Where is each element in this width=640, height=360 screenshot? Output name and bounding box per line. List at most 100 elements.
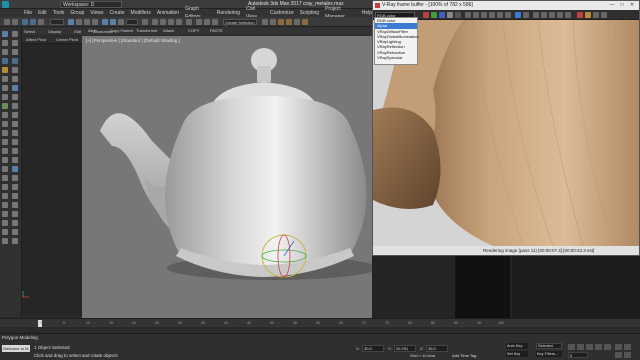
torus-icon[interactable]: [12, 130, 18, 136]
zoom-icon[interactable]: [615, 344, 622, 350]
undo-icon[interactable]: [4, 19, 10, 25]
red-channel-icon[interactable]: [423, 12, 429, 18]
orbit-icon[interactable]: [624, 352, 631, 358]
previous-frame-icon[interactable]: [577, 344, 584, 350]
geosphere-icon[interactable]: [12, 157, 18, 163]
ribbon-select[interactable]: Select: [24, 29, 35, 34]
vray-decal-icon[interactable]: [2, 211, 8, 217]
render-production-icon[interactable]: [302, 19, 308, 25]
menu-edit[interactable]: Edit: [38, 9, 47, 17]
menu-rendering[interactable]: Rendering: [217, 9, 240, 17]
render-setup-icon[interactable]: [286, 19, 292, 25]
select-by-name-icon[interactable]: [76, 19, 82, 25]
render-icon-vfb[interactable]: [585, 12, 591, 18]
lights-icon[interactable]: [2, 67, 8, 73]
green-channel-icon[interactable]: [431, 12, 437, 18]
layer-explorer-icon[interactable]: [212, 19, 218, 25]
channel-dropdown-list[interactable]: RGB color Alpha VRayDiffuseFilter VRayGl…: [374, 17, 419, 65]
teapot-icon[interactable]: [2, 139, 8, 145]
sphere-icon[interactable]: [12, 121, 18, 127]
save-image-icon[interactable]: [465, 12, 471, 18]
vray-texture-icon[interactable]: [12, 238, 18, 244]
z-coordinate-field[interactable]: 35.0: [426, 345, 448, 352]
helpers-icon[interactable]: [2, 76, 8, 82]
perspective-viewport[interactable]: [+] [Perspective ] [Standard ] [Default …: [82, 36, 372, 318]
create-icon[interactable]: [2, 31, 8, 37]
vray-proxy-icon[interactable]: [12, 175, 18, 181]
alpha-channel-icon[interactable]: [447, 12, 453, 18]
next-frame-icon[interactable]: [595, 344, 602, 350]
rendered-frame-window-icon[interactable]: [294, 19, 300, 25]
plane-icon[interactable]: [2, 148, 8, 154]
vray-scene-icon[interactable]: [12, 211, 18, 217]
layer-icon[interactable]: [2, 103, 8, 109]
workspace-selector[interactable]: Workspace: D: [60, 1, 122, 8]
angle-snap-icon[interactable]: [160, 19, 166, 25]
pixel-info-icon[interactable]: [557, 12, 563, 18]
modify-icon[interactable]: [12, 31, 18, 37]
edit-named-selection-icon[interactable]: [186, 19, 192, 25]
attach-button[interactable]: Attach: [163, 28, 174, 33]
menu-customize[interactable]: Customize: [270, 9, 294, 17]
add-time-tag-button[interactable]: Add Time Tag: [452, 353, 476, 358]
paste-button[interactable]: PASTE: [210, 28, 223, 33]
hierarchy-icon[interactable]: [2, 40, 8, 46]
align-icon[interactable]: [204, 19, 210, 25]
shapes-icon[interactable]: [12, 58, 18, 64]
transformer-button[interactable]: Transformer: [136, 28, 158, 33]
pan-icon[interactable]: [615, 352, 622, 358]
menu-file[interactable]: File: [24, 9, 32, 17]
space-warps-icon[interactable]: [12, 76, 18, 82]
vray-light-icon[interactable]: [2, 175, 8, 181]
menu-scripting[interactable]: Scripting: [300, 9, 319, 17]
menu-help[interactable]: Help: [362, 9, 372, 17]
menu-create[interactable]: Create: [110, 9, 125, 17]
cone-icon[interactable]: [12, 139, 18, 145]
vray-object-icon[interactable]: [12, 166, 18, 172]
material-editor-icon[interactable]: [278, 19, 284, 25]
vfb-maximize-button[interactable]: □: [617, 1, 627, 10]
affect-pivot-button[interactable]: Affect Pivot: [26, 37, 46, 42]
display-icon[interactable]: [2, 49, 8, 55]
text-plus-icon[interactable]: [2, 166, 8, 172]
center-pivot-button[interactable]: Center Pivot: [56, 37, 78, 42]
render-last-icon[interactable]: [593, 12, 599, 18]
rotate-icon[interactable]: [110, 19, 116, 25]
blue-channel-icon[interactable]: [439, 12, 445, 18]
clear-image-icon[interactable]: [481, 12, 487, 18]
menu-tools[interactable]: Tools: [53, 9, 65, 17]
vray-aerial-icon[interactable]: [12, 220, 18, 226]
mirror-icon[interactable]: [196, 19, 202, 25]
vray-env-fog-icon[interactable]: [2, 229, 8, 235]
tube-icon[interactable]: [12, 148, 18, 154]
vray-plane-icon[interactable]: [12, 184, 18, 190]
x-coordinate-field[interactable]: 30.0: [362, 345, 384, 352]
vray-fur-icon[interactable]: [2, 184, 8, 190]
stop-render-icon[interactable]: [577, 12, 583, 18]
set-key-button[interactable]: Set Key: [506, 351, 528, 357]
cameras-icon[interactable]: [12, 67, 18, 73]
redo-icon[interactable]: [12, 19, 18, 25]
geometry-icon[interactable]: [2, 58, 8, 64]
render-icon[interactable]: [12, 112, 18, 118]
vfb-minimize-button[interactable]: —: [607, 1, 617, 10]
spinner-snap-icon[interactable]: [176, 19, 182, 25]
vray-camera-icon[interactable]: [2, 202, 8, 208]
reference-coordinate-dropdown[interactable]: [126, 19, 138, 25]
channel-option[interactable]: VRaySpecular: [375, 55, 417, 60]
vray-toon-icon[interactable]: [2, 220, 8, 226]
menu-group[interactable]: Group: [70, 9, 84, 17]
unlink-icon[interactable]: [30, 19, 36, 25]
interactive-render-icon[interactable]: [601, 12, 607, 18]
vray-material-icon[interactable]: [2, 238, 8, 244]
snap-toggle-icon[interactable]: [152, 19, 158, 25]
auto-key-button[interactable]: Auto Key: [506, 343, 528, 349]
motion-icon[interactable]: [12, 40, 18, 46]
key-filters-button[interactable]: Key Filters...: [536, 351, 562, 357]
track-mouse-icon[interactable]: [497, 12, 503, 18]
sort-icon[interactable]: [2, 94, 8, 100]
zoom-extents-icon[interactable]: [624, 344, 631, 350]
scale-icon[interactable]: [118, 19, 124, 25]
percent-snap-icon[interactable]: [168, 19, 174, 25]
vfb-close-button[interactable]: ✕: [627, 1, 637, 10]
